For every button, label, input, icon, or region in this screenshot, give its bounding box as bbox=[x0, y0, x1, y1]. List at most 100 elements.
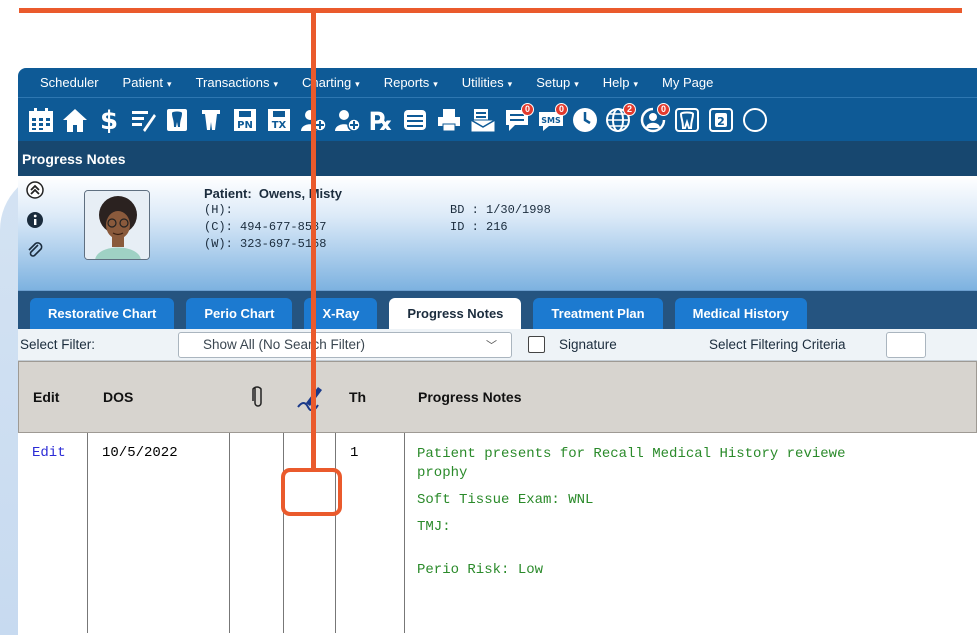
tab-treatment-plan[interactable]: Treatment Plan bbox=[533, 298, 663, 329]
paperclip-icon[interactable] bbox=[26, 241, 44, 259]
dollar-icon[interactable]: $ bbox=[94, 105, 124, 135]
edit-link[interactable]: Edit bbox=[32, 445, 66, 461]
dos-cell: 10/5/2022 bbox=[88, 433, 230, 633]
list-icon[interactable] bbox=[400, 105, 430, 135]
menu-my-page[interactable]: My Page bbox=[650, 75, 725, 90]
tab-progress-notes[interactable]: Progress Notes bbox=[389, 298, 522, 329]
table-row: Edit 10/5/2022 1 Patient presents for Re… bbox=[18, 433, 977, 633]
refresh-user-icon[interactable]: 0 bbox=[638, 102, 670, 135]
app-window: Scheduler Patient ▾ Transactions ▾ Chartin… bbox=[18, 68, 977, 635]
tab-medical-history[interactable]: Medical History bbox=[674, 298, 807, 329]
filter-dropdown[interactable]: Show All (No Search Filter) ﹀ bbox=[178, 331, 512, 358]
patient-id: 216 bbox=[486, 220, 508, 234]
menu-reports[interactable]: Reports ▾ bbox=[372, 75, 450, 90]
header-edit: Edit bbox=[33, 389, 60, 405]
home-phone-label: (H): bbox=[204, 203, 233, 217]
signature-label: Signature bbox=[559, 337, 617, 352]
table-header: Edit DOS Th Progress Notes bbox=[18, 361, 977, 433]
progress-notes-table: Edit DOS Th Progress Notes Edit 10/5/202… bbox=[18, 361, 977, 633]
collapse-icon[interactable] bbox=[26, 181, 44, 199]
signature-checkbox[interactable] bbox=[528, 336, 545, 353]
note-line: prophy bbox=[417, 465, 468, 481]
menu-bar: Scheduler Patient ▾ Transactions ▾ Chartin… bbox=[18, 68, 977, 97]
caret-icon: ▾ bbox=[433, 79, 438, 89]
sms-icon[interactable]: SMS 0 bbox=[536, 102, 568, 135]
menu-scheduler[interactable]: Scheduler bbox=[18, 75, 111, 90]
chevron-down-icon: ﹀ bbox=[486, 339, 497, 352]
caret-icon: ▾ bbox=[355, 79, 360, 89]
patient-name-label: Patient: bbox=[204, 186, 252, 201]
patient-ids: BD : 1/30/1998 ID : 216 bbox=[450, 203, 551, 237]
rx-icon[interactable]: ℞ bbox=[366, 105, 396, 135]
header-dos[interactable]: DOS bbox=[89, 362, 231, 432]
tab-restorative-chart[interactable]: Restorative Chart bbox=[30, 298, 175, 329]
tooth-cell: 1 bbox=[336, 433, 405, 633]
clock-icon[interactable] bbox=[570, 105, 600, 135]
patient-side-icons bbox=[26, 181, 44, 259]
menu-charting[interactable]: Charting ▾ bbox=[290, 75, 372, 90]
svg-text:PN: PN bbox=[237, 120, 253, 131]
tooth-alt-icon[interactable] bbox=[196, 105, 226, 135]
globe-icon[interactable]: 2 bbox=[604, 102, 636, 135]
patient-name: Owens, Misty bbox=[258, 186, 342, 201]
tab-perio-chart[interactable]: Perio Chart bbox=[186, 298, 293, 329]
work-phone-label: (W): bbox=[204, 237, 233, 251]
cell-phone-label: (C): bbox=[204, 220, 233, 234]
birthdate: 1/30/1998 bbox=[486, 203, 551, 217]
toolbar: $ PN TX ℞ 0 SMS 0 2 0 2 bbox=[18, 97, 977, 141]
progress-note-text: Patient presents for Recall Medical Hist… bbox=[417, 445, 977, 580]
criteria-label: Select Filtering Criteria bbox=[709, 337, 846, 352]
svg-text:℞: ℞ bbox=[370, 107, 392, 134]
criteria-input[interactable] bbox=[885, 331, 926, 358]
notes-cell: Patient presents for Recall Medical Hist… bbox=[405, 433, 977, 633]
tooth-number-icon[interactable]: 2 bbox=[706, 105, 736, 135]
signature-cell[interactable] bbox=[284, 433, 336, 633]
annotation-line-vertical bbox=[311, 8, 316, 472]
attachment-cell bbox=[230, 433, 284, 633]
menu-setup[interactable]: Setup ▾ bbox=[524, 75, 591, 90]
chat-badge: 0 bbox=[521, 102, 534, 116]
globe-partial-icon[interactable] bbox=[740, 105, 770, 135]
caret-icon: ▾ bbox=[273, 79, 279, 89]
sms-badge: 0 bbox=[555, 102, 568, 116]
globe-badge: 2 bbox=[623, 102, 636, 116]
info-icon[interactable] bbox=[26, 211, 44, 229]
note-spacer bbox=[417, 537, 977, 561]
note-line: Perio Risk: Low bbox=[417, 562, 544, 578]
section-title: Progress Notes bbox=[18, 141, 977, 176]
svg-text:$: $ bbox=[100, 106, 118, 134]
avatar bbox=[84, 190, 150, 260]
tooth-icon[interactable] bbox=[162, 105, 192, 135]
menu-transactions[interactable]: Transactions ▾ bbox=[184, 75, 290, 90]
chat-icon[interactable]: 0 bbox=[502, 102, 534, 135]
svg-text:2: 2 bbox=[717, 115, 725, 128]
header-th[interactable]: Th bbox=[337, 362, 406, 432]
home-icon[interactable] bbox=[60, 105, 90, 135]
tooth-pn-icon[interactable]: PN bbox=[230, 105, 260, 135]
caret-icon: ▾ bbox=[167, 79, 172, 89]
patient-info: Patient: Owens, Misty (H): (C): 494-677-… bbox=[204, 186, 342, 254]
user-plus-icon[interactable] bbox=[332, 105, 362, 135]
header-progress-notes: Progress Notes bbox=[418, 389, 522, 405]
note-line: Soft Tissue Exam: WNL bbox=[417, 492, 594, 508]
caret-icon: ▾ bbox=[507, 79, 513, 89]
note-line: Patient presents for Recall Medical Hist… bbox=[417, 446, 846, 462]
filter-label: Select Filter: bbox=[20, 337, 96, 352]
chart-pen-icon[interactable] bbox=[128, 105, 158, 135]
menu-patient[interactable]: Patient ▾ bbox=[111, 75, 184, 90]
tooth-outline-icon[interactable] bbox=[672, 105, 702, 135]
filter-bar: Select Filter: Show All (No Search Filte… bbox=[18, 329, 977, 361]
caret-icon: ▾ bbox=[574, 79, 579, 89]
edit-cell: Edit bbox=[18, 433, 88, 633]
note-line: TMJ: bbox=[417, 519, 451, 535]
filter-selected: Show All (No Search Filter) bbox=[203, 337, 366, 352]
patient-panel: Patient: Owens, Misty (H): (C): 494-677-… bbox=[18, 176, 977, 291]
envelope-list-icon[interactable] bbox=[468, 105, 498, 135]
patient-id-label: ID : bbox=[450, 220, 479, 234]
calendar-icon[interactable] bbox=[26, 105, 56, 135]
menu-help[interactable]: Help ▾ bbox=[591, 75, 650, 90]
svg-text:SMS: SMS bbox=[541, 116, 561, 125]
tooth-tx-icon[interactable]: TX bbox=[264, 105, 294, 135]
printer-icon[interactable] bbox=[434, 105, 464, 135]
menu-utilities[interactable]: Utilities ▾ bbox=[450, 75, 524, 90]
